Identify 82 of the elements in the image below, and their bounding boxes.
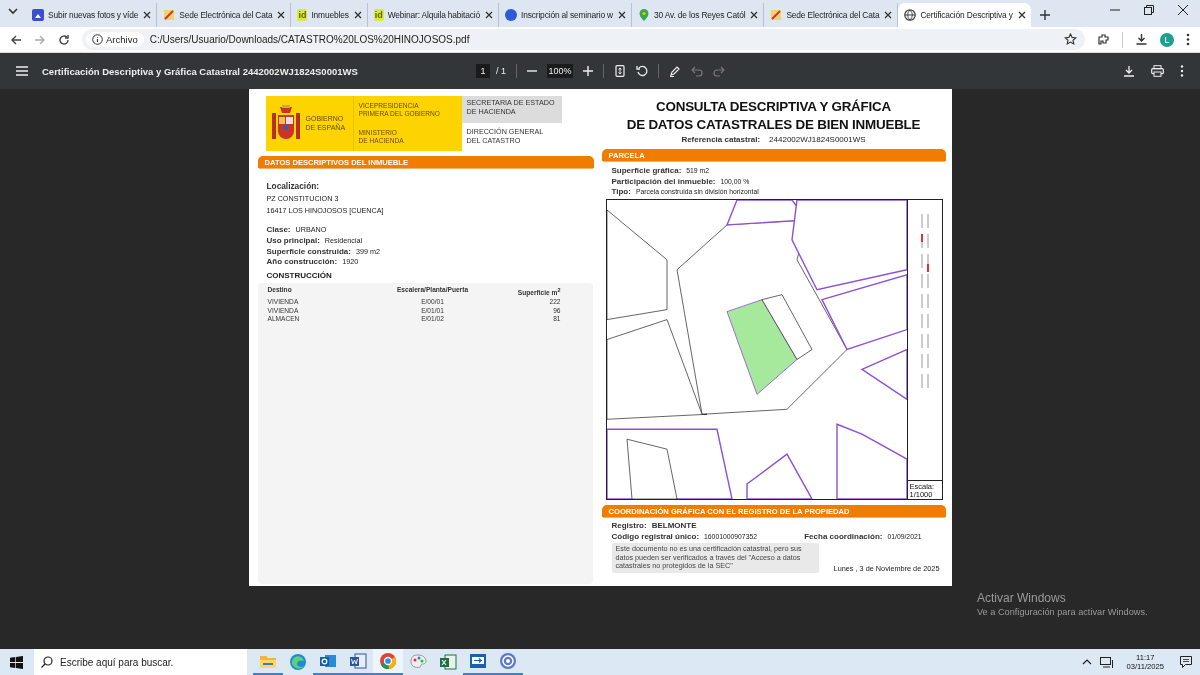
field-label: Tipo: [611,187,631,196]
field-label: Registro: [611,521,647,530]
image-icon [32,9,44,21]
field-label: Referencia catastral: [681,135,761,144]
site-info-chip[interactable]: Archivo [86,32,144,47]
field-label: Superficie gráfica: [611,166,682,175]
remote-desktop-icon [469,652,487,670]
favicon-icon: id [297,9,308,21]
zoom-in-icon[interactable] [583,66,593,76]
windows-start-icon[interactable] [10,655,23,669]
tab-title: Subir nuevas fotos y víde [48,10,139,20]
restore-icon[interactable] [1144,4,1154,15]
favicon-icon [770,9,783,21]
field-label: Localización: [266,181,321,191]
close-icon[interactable] [1178,4,1188,15]
field-label: Año construcción: [266,257,338,267]
address-bar[interactable]: Archivo C:/Users/Usuario/Downloads/CATASTRO%20LOS%20HINOJOSOS.pdf [82,29,1085,50]
extensions-icon[interactable] [1097,33,1110,46]
download-icon[interactable] [1135,33,1148,46]
chevron-up-icon[interactable] [1081,659,1092,665]
favicon-icon [163,9,176,21]
search-icon [41,656,53,668]
field-label: Superficie construida: [266,246,351,256]
reload-icon[interactable] [58,33,70,46]
document-heading: CONSULTA DESCRIPTIVA Y GRÁFICA DE DATOS CATASTRALES DE BIEN INMUEBLE [625,98,922,134]
document-app-icon [349,652,367,670]
map-pin-icon [638,9,650,21]
activation-text: Ve a Configuración para activar Windows. [977,607,1148,617]
network-icon[interactable] [1099,656,1113,668]
close-icon[interactable] [484,10,494,20]
close-icon[interactable] [276,10,287,20]
field-value: BELMONTE [651,521,697,530]
tab-title: Sede Electrónica del Cata [179,10,273,20]
taskbar-app-button[interactable] [373,649,403,675]
more-icon[interactable] [1180,65,1184,77]
field-label: Uso principal: [266,235,320,245]
favicon-icon: id [373,9,384,21]
globe-icon [904,9,917,21]
field-label: Clase: [266,225,291,234]
activation-title: Activar Windows [977,591,1067,605]
notification-icon[interactable] [1180,656,1192,668]
zoom-field[interactable]: 100% [547,64,573,78]
close-icon[interactable] [883,10,894,20]
tab-title: 30 Av. de los Reyes Catól [654,10,746,20]
tab-title: Inscripción al seminario w [521,10,613,20]
rotate-icon[interactable] [636,65,648,77]
close-icon[interactable] [1016,10,1027,20]
browser-tab[interactable]: Certificación Descriptiva y [898,3,1031,27]
field-label: Fecha coordinación: [804,532,883,541]
tab-title: Webinar: Alquila habitació [387,10,480,20]
palette-icon [409,653,427,671]
pen-icon[interactable] [669,65,681,77]
fit-page-icon[interactable] [614,65,626,77]
menu-icon[interactable] [16,66,28,76]
star-icon[interactable] [1064,33,1077,46]
page-number-field[interactable]: 1 [476,64,490,78]
mail-app-icon [319,652,337,670]
browser-icon [379,652,397,670]
taskbar-search-field[interactable]: Escribe aquí para buscar. [34,649,247,675]
info-icon [92,34,103,45]
field-label: Código registral único: [611,532,700,541]
field-label: Participación del inmueble: [611,176,716,186]
circle-icon [505,9,517,21]
field-value: 2442002WJ1824S0001WS [769,135,866,144]
close-icon[interactable] [352,10,363,20]
spreadsheet-app-icon [439,653,457,671]
new-tab-icon[interactable] [1038,9,1051,21]
close-icon[interactable] [142,10,153,20]
document-title: Certificación Descriptiva y Gráfica Catastral 2442002WJ1824S0001WS [42,65,358,77]
back-icon[interactable] [10,33,22,46]
tab-title: Certificación Descriptiva y [920,10,1013,20]
close-icon[interactable] [749,10,760,20]
table-title: CONSTRUCCIÓN [266,271,333,281]
close-icon[interactable] [617,10,627,20]
sync-icon [499,652,517,670]
tab-title: Inmuebles [311,10,349,20]
tab-title: Sede Electrónica del Cata [786,10,880,20]
chip-label: Archivo [106,34,138,45]
page-count: / 1 [496,66,506,76]
url-text: C:/Users/Usuario/Downloads/CATASTRO%20LOS%20HINOJOSOS.pdf [149,34,471,45]
more-icon[interactable] [1186,33,1190,46]
print-icon[interactable] [1151,65,1164,77]
